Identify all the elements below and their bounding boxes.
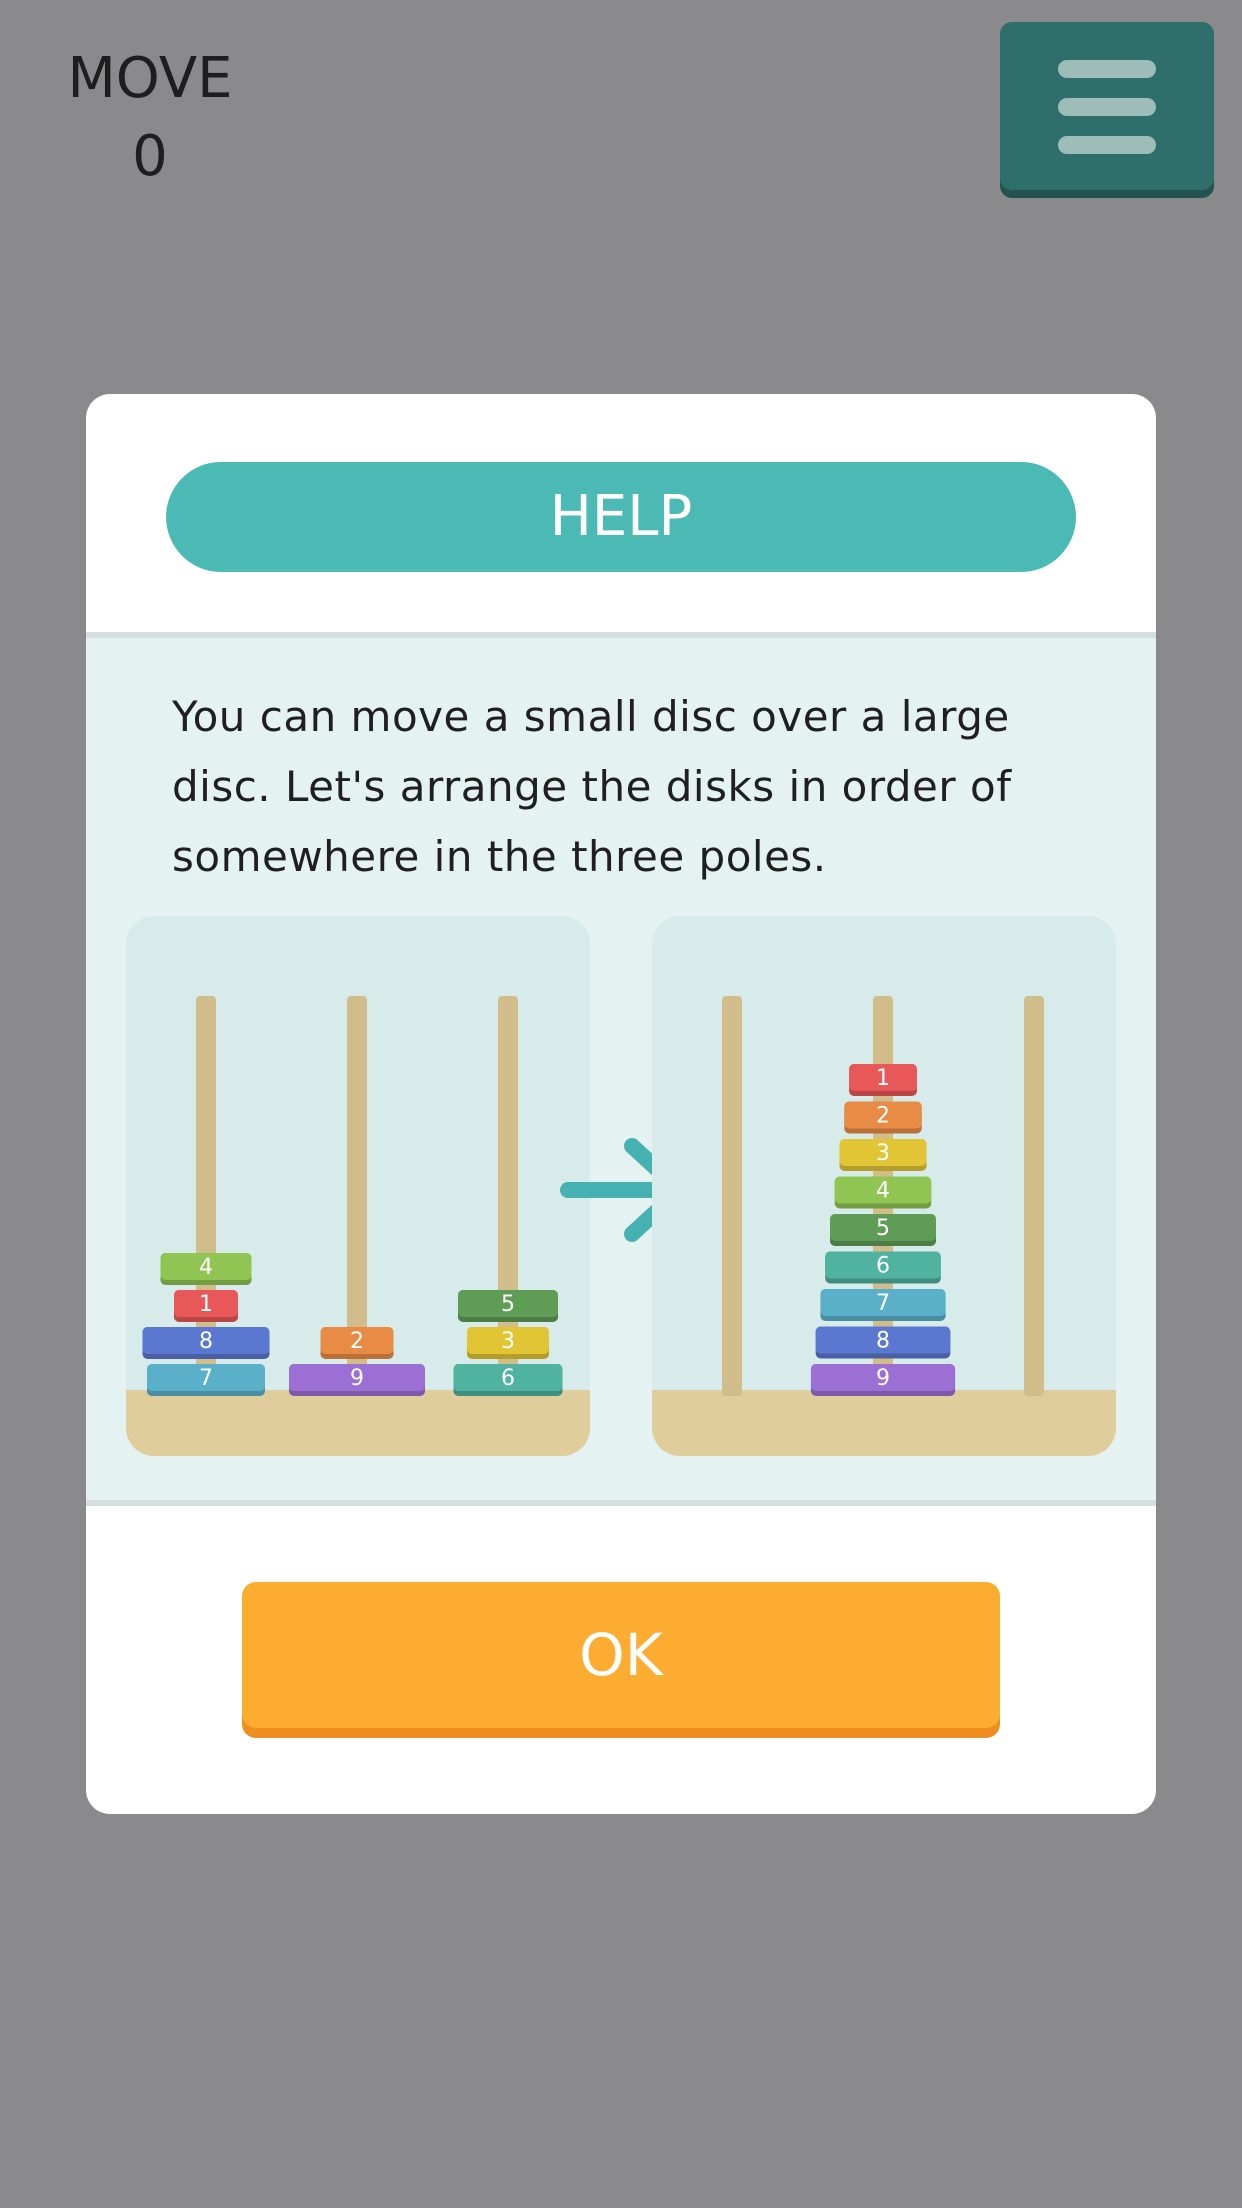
disk-label: 3 [501,1329,515,1354]
disk-label: 5 [501,1292,515,1317]
disk-label: 6 [501,1366,515,1391]
disk-3: 3 [839,1139,927,1171]
disk-1: 1 [849,1064,917,1096]
pole [722,996,742,1396]
disk-4: 4 [834,1176,932,1209]
disk-label: 9 [350,1366,364,1391]
move-counter: MOVE 0 [40,40,260,196]
disk-9: 9 [810,1364,956,1396]
disk-2: 2 [320,1327,394,1359]
disk-label: 4 [876,1179,890,1204]
disk-label: 2 [876,1104,890,1129]
disk-label: 2 [350,1329,364,1354]
disk-3: 3 [467,1327,549,1359]
disk-label: 8 [199,1329,213,1354]
disk-label: 3 [876,1141,890,1166]
menu-button[interactable] [1000,22,1214,190]
disk-4: 4 [160,1253,252,1285]
pole [1024,996,1044,1396]
disk-9: 9 [289,1364,425,1396]
disk-label: 5 [876,1216,890,1241]
disk-5: 5 [830,1214,936,1246]
disk-7: 7 [147,1364,265,1396]
disk-6: 6 [825,1251,941,1284]
disk-1: 1 [174,1290,238,1322]
help-content: You can move a small disc over a large d… [86,632,1156,1506]
disk-2: 2 [844,1101,922,1134]
after-panel: 9 8 7 6 5 4 3 2 1 [652,916,1116,1456]
help-dialog: HELP You can move a small disc over a la… [86,394,1156,1814]
disk-8: 8 [815,1326,951,1359]
dialog-title: HELP [166,462,1076,572]
disk-label: 6 [876,1254,890,1279]
disk-label: 7 [876,1291,890,1316]
move-label: MOVE [67,46,233,111]
ok-button[interactable]: OK [242,1582,1000,1728]
disk-label: 1 [199,1292,213,1317]
disk-5: 5 [458,1290,558,1322]
disk-label: 9 [876,1366,890,1391]
disk-label: 7 [199,1366,213,1391]
disk-label: 4 [199,1255,213,1280]
disk-6: 6 [453,1364,563,1396]
move-count: 0 [132,124,168,189]
disk-label: 1 [876,1066,890,1091]
disk-8: 8 [142,1327,270,1359]
hanoi-illustration: 7 8 1 4 9 2 6 3 5 9 8 7 6 5 4 3 2 1 [126,916,1116,1456]
before-panel: 7 8 1 4 9 2 6 3 5 [126,916,590,1456]
disk-label: 8 [876,1329,890,1354]
disk-7: 7 [820,1289,946,1321]
